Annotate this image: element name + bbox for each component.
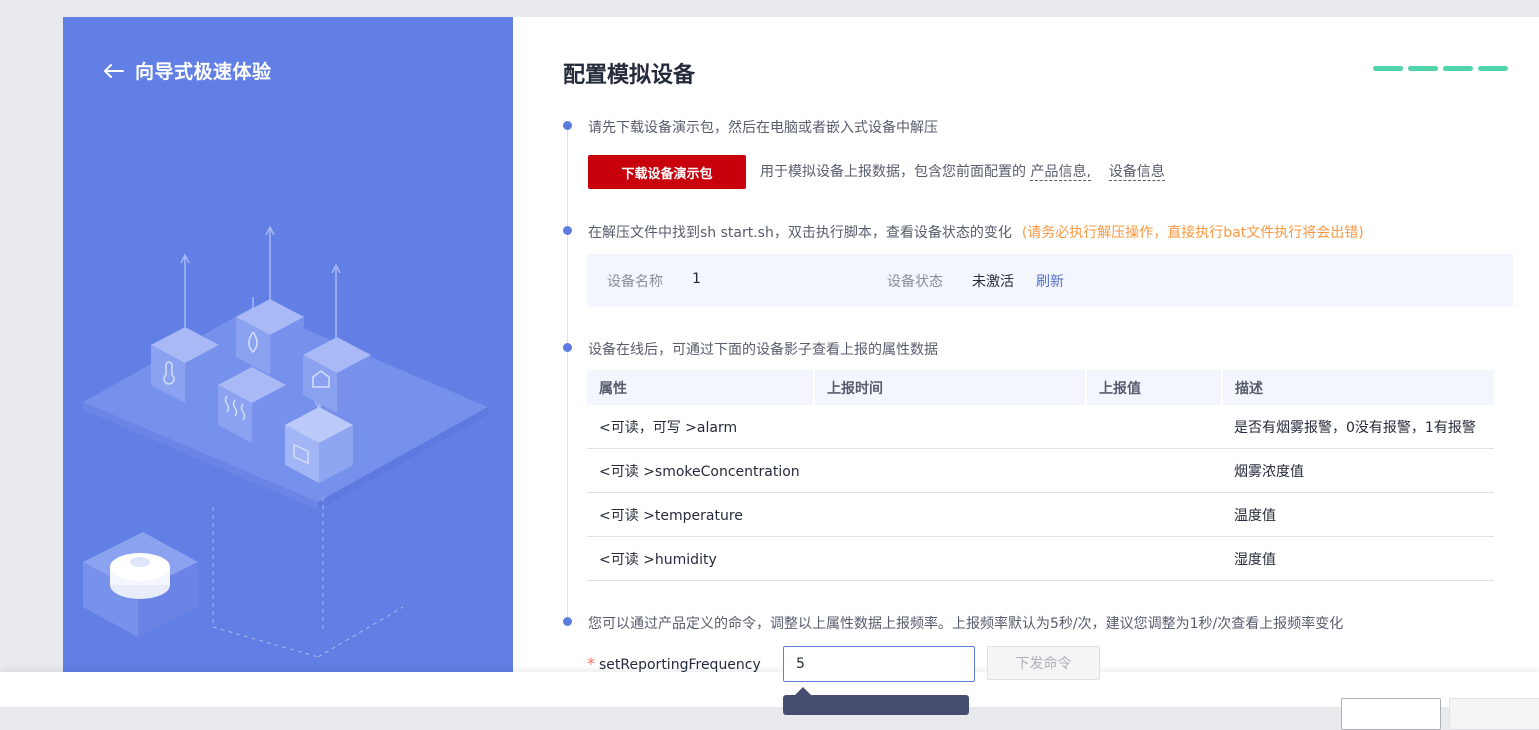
back-title[interactable]: 向导式极速体验 [135, 57, 272, 84]
progress-step [1408, 66, 1438, 71]
device-shadow-table: 属性 上报时间 上报值 描述 <可读，可写 >alarm 是否有烟雾报警，0没有… [587, 370, 1494, 581]
table-row: <可读 >humidity 湿度值 [587, 536, 1494, 581]
back-nav[interactable]: 向导式极速体验 [103, 57, 272, 84]
column-header-report-value: 上报值 [1086, 370, 1223, 405]
frequency-input[interactable] [783, 646, 975, 682]
tooltip-arrow [795, 687, 811, 695]
progress-step [1373, 66, 1403, 71]
column-header-description: 描述 [1222, 370, 1494, 405]
footer-primary-button[interactable] [1449, 698, 1539, 730]
step1-text: 请先下载设备演示包，然后在电脑或者嵌入式设备中解压 [588, 120, 938, 136]
step2-instruction: 在解压文件中找到sh start.sh，双击执行脚本，查看设备状态的变化 [588, 225, 1012, 241]
table-header-row: 属性 上报时间 上报值 描述 [587, 370, 1494, 405]
cell-value [1086, 536, 1222, 581]
column-header-report-time: 上报时间 [814, 370, 1087, 405]
step4-text: 您可以通过产品定义的命令，调整以上属性数据上报频率。上报频率默认为5秒/次，建议… [588, 616, 1344, 632]
cell-description: 是否有烟雾报警，0没有报警，1有报警 [1222, 405, 1494, 449]
progress-step [1478, 66, 1508, 71]
cell-attribute: <可读 >smokeConcentration [587, 448, 1086, 493]
cell-attribute: <可读，可写 >alarm [587, 405, 1086, 449]
tooltip [783, 695, 969, 715]
back-arrow-icon[interactable] [103, 63, 125, 79]
download-desc-prefix: 用于模拟设备上报数据，包含您前面配置的 [760, 164, 1026, 180]
footer-bar [0, 672, 1539, 707]
step2-text: 在解压文件中找到sh start.sh，双击执行脚本，查看设备状态的变化 (请务必… [588, 222, 1364, 242]
progress-indicator [1373, 66, 1513, 71]
download-description: 用于模拟设备上报数据，包含您前面配置的 产品信息, 设备信息 [760, 161, 1165, 181]
left-panel: 向导式极速体验 [63, 17, 513, 672]
download-demo-button[interactable]: 下载设备演示包 [588, 155, 746, 189]
timeline-line [567, 127, 568, 617]
device-status-label: 设备状态 [887, 274, 943, 290]
cell-attribute: <可读 >temperature [587, 492, 1086, 537]
iot-illustration [83, 225, 488, 658]
step-dot [563, 343, 572, 352]
cell-value [1086, 448, 1222, 493]
column-header-attribute: 属性 [587, 370, 815, 405]
cell-value [1086, 405, 1222, 449]
send-command-button[interactable]: 下发命令 [987, 646, 1100, 680]
frequency-field-label: * setReportingFrequency [587, 654, 761, 673]
step3-text: 设备在线后，可通过下面的设备影子查看上报的属性数据 [588, 342, 938, 358]
footer-secondary-button[interactable] [1341, 698, 1441, 730]
device-name-label: 设备名称 [607, 274, 663, 290]
frequency-label-text: setReportingFrequency [599, 657, 761, 673]
page-title: 配置模拟设备 [563, 63, 696, 88]
device-status-box: 设备名称 1 设备状态 未激活 刷新 [587, 254, 1513, 307]
device-name-value: 1 [692, 271, 701, 287]
cell-description: 烟雾浓度值 [1222, 448, 1494, 493]
step-dot [563, 121, 572, 130]
cell-description: 温度值 [1222, 492, 1494, 537]
device-status-value: 未激活 [972, 274, 1014, 290]
progress-step [1443, 66, 1473, 71]
right-panel: 配置模拟设备 请先下载设备演示包，然后在电脑或者嵌入式设备中解压 下载设备演示包… [513, 17, 1539, 672]
required-mark: * [587, 654, 595, 673]
cell-attribute: <可读 >humidity [587, 536, 1086, 581]
cell-value [1086, 492, 1222, 537]
table-row: <可读 >temperature 温度值 [587, 492, 1494, 537]
step2-warning: (请务必执行解压操作，直接执行bat文件执行将会出错) [1021, 225, 1364, 241]
table-row: <可读 >smokeConcentration 烟雾浓度值 [587, 448, 1494, 493]
step-dot [563, 226, 572, 235]
cell-description: 湿度值 [1222, 536, 1494, 581]
table-row: <可读，可写 >alarm 是否有烟雾报警，0没有报警，1有报警 [587, 405, 1494, 449]
refresh-link[interactable]: 刷新 [1036, 271, 1064, 291]
step-dot [563, 617, 572, 626]
product-info-link[interactable]: 产品信息, [1030, 164, 1091, 181]
device-info-link[interactable]: 设备信息 [1108, 164, 1165, 181]
